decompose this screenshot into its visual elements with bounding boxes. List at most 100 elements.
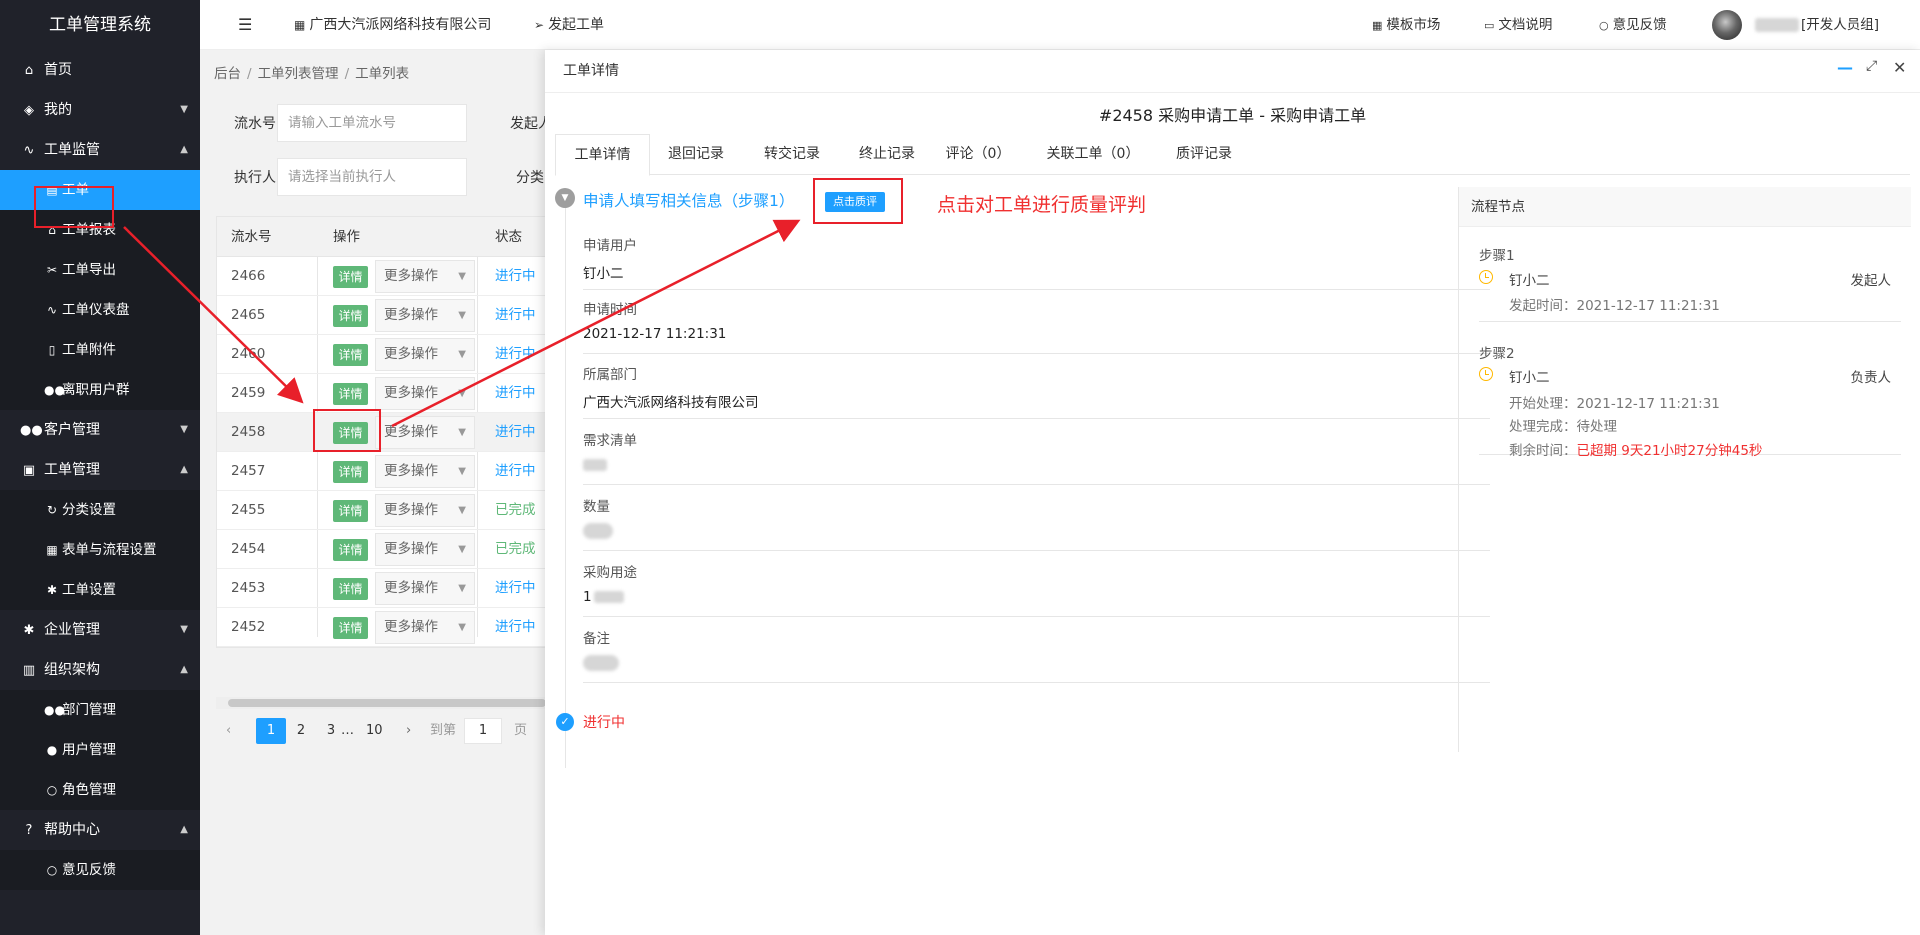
tab-return[interactable]: 退回记录 bbox=[655, 134, 737, 175]
annotation-text: 点击对工单进行质量评判 bbox=[937, 194, 1147, 216]
tab-comment[interactable]: 评论（0） bbox=[938, 134, 1018, 175]
more-actions-select[interactable]: 更多操作 ▼ bbox=[375, 338, 475, 371]
breadcrumb-item[interactable]: 后台 bbox=[214, 66, 241, 82]
tab-terminate[interactable]: 终止记录 bbox=[846, 134, 928, 175]
more-actions-label: 更多操作 bbox=[384, 307, 438, 323]
more-actions-select[interactable]: 更多操作 ▼ bbox=[375, 299, 475, 332]
breadcrumb-item[interactable]: 工单列表管理 bbox=[258, 66, 339, 82]
more-actions-label: 更多操作 bbox=[384, 580, 438, 596]
minimize-icon[interactable]: — bbox=[1837, 58, 1853, 77]
page-2[interactable]: 2 bbox=[296, 718, 306, 744]
sub-user[interactable]: ● 用户管理 bbox=[0, 730, 200, 770]
clock-icon bbox=[1479, 269, 1493, 285]
status-cell: 进行中 bbox=[495, 346, 536, 362]
sub-export[interactable]: ✂ 工单导出 bbox=[0, 250, 200, 290]
highlight-box-detail bbox=[313, 409, 381, 452]
top-header: ☰ ▦ 广西大汽派网络科技有限公司 ➢ 发起工单 ▦ 模板市场 ▭ 文档说明 ○ 意见反馈… bbox=[200, 0, 1920, 50]
chevron-up-icon: ▲ bbox=[180, 464, 188, 475]
more-actions-select[interactable]: 更多操作 ▼ bbox=[375, 494, 475, 527]
next-page-icon[interactable]: › bbox=[406, 718, 411, 744]
page-3[interactable]: 3 bbox=[326, 718, 336, 744]
flow-node-step1: 步骤1 钉小二 发起人 发起时间：2021-12-17 11:21:31 bbox=[1479, 227, 1901, 322]
chevron-up-icon: ▲ bbox=[180, 824, 188, 835]
step-time: 发起时间：2021-12-17 11:21:31 bbox=[1509, 294, 1720, 314]
tab-detail[interactable]: 工单详情 bbox=[555, 134, 650, 176]
calendar-icon: ▥ bbox=[22, 663, 36, 678]
start-ticket-label: 发起工单 bbox=[548, 17, 605, 33]
nav-mine[interactable]: ◈ 我的 ▼ bbox=[0, 90, 200, 130]
redacted-value bbox=[583, 459, 607, 471]
company-name: 广西大汽派网络科技有限公司 bbox=[309, 17, 492, 33]
goto-page-input[interactable]: 1 bbox=[464, 718, 502, 744]
detail-button[interactable]: 详情 bbox=[333, 578, 368, 600]
detail-button[interactable]: 详情 bbox=[333, 266, 368, 288]
feedback-link[interactable]: ○ 意见反馈 bbox=[1599, 0, 1667, 50]
nav-monitor[interactable]: ∿ 工单监管 ▲ bbox=[0, 130, 200, 170]
more-actions-label: 更多操作 bbox=[384, 541, 438, 557]
dropdown-caret-icon: ▼ bbox=[458, 388, 466, 399]
sub-dashboard[interactable]: ∿ 工单仪表盘 bbox=[0, 290, 200, 330]
sub-feedback[interactable]: ○ 意见反馈 bbox=[0, 850, 200, 890]
detail-button[interactable]: 详情 bbox=[333, 383, 368, 405]
more-actions-label: 更多操作 bbox=[384, 502, 438, 518]
company-switch[interactable]: ▦ 广西大汽派网络科技有限公司 bbox=[294, 0, 491, 50]
nav-org[interactable]: ▥ 组织架构 ▲ bbox=[0, 650, 200, 690]
sub-role[interactable]: ○ 角色管理 bbox=[0, 770, 200, 810]
purpose-value: 1 bbox=[583, 589, 592, 605]
menu-toggle-icon[interactable]: ☰ bbox=[238, 0, 252, 50]
table-row: 2455 详情 更多操作 ▼ 已完成 bbox=[217, 491, 555, 530]
avatar[interactable] bbox=[1712, 10, 1742, 40]
page-1[interactable]: 1 bbox=[256, 718, 286, 744]
table-icon: ▦ bbox=[46, 543, 58, 557]
serial-input[interactable]: 请输入工单流水号 bbox=[277, 104, 467, 142]
sub-attachment[interactable]: ▯ 工单附件 bbox=[0, 330, 200, 370]
field-value bbox=[583, 655, 619, 671]
status-cell: 进行中 bbox=[495, 619, 536, 635]
prev-page-icon[interactable]: ‹ bbox=[226, 718, 231, 744]
tab-related[interactable]: 关联工单（0） bbox=[1033, 134, 1153, 175]
user-menu[interactable]: [开发人员组] bbox=[1755, 0, 1879, 50]
more-actions-select[interactable]: 更多操作 ▼ bbox=[375, 377, 475, 410]
more-actions-select[interactable]: 更多操作 ▼ bbox=[375, 260, 475, 293]
close-icon[interactable]: ✕ bbox=[1893, 58, 1906, 77]
nav-org-label: 组织架构 bbox=[44, 662, 100, 678]
more-actions-select[interactable]: 更多操作 ▼ bbox=[375, 416, 475, 449]
page-10[interactable]: 10 bbox=[366, 718, 383, 744]
more-actions-select[interactable]: 更多操作 ▼ bbox=[375, 533, 475, 566]
sub-category[interactable]: ↻ 分类设置 bbox=[0, 490, 200, 530]
manage-submenu: ↻ 分类设置 ▦ 表单与流程设置 ✱ 工单设置 bbox=[0, 490, 200, 610]
sub-form-flow[interactable]: ▦ 表单与流程设置 bbox=[0, 530, 200, 570]
tab-quality[interactable]: 质评记录 bbox=[1163, 134, 1245, 175]
executor-select[interactable]: 请选择当前执行人 bbox=[277, 158, 467, 196]
tab-transfer[interactable]: 转交记录 bbox=[751, 134, 833, 175]
detail-button[interactable]: 详情 bbox=[333, 461, 368, 483]
user-icon: ● bbox=[46, 743, 58, 757]
more-actions-select[interactable]: 更多操作 ▼ bbox=[375, 611, 475, 644]
detail-button[interactable]: 详情 bbox=[333, 617, 368, 639]
ticket-table: 流水号 操作 状态 2466 详情 更多操作 ▼ 进行中 2465 详情 更多操作 ▼ 进行中 24… bbox=[216, 216, 556, 648]
detail-button[interactable]: 详情 bbox=[333, 500, 368, 522]
nav-help[interactable]: ? 帮助中心 ▲ bbox=[0, 810, 200, 850]
nav-enterprise[interactable]: ✱ 企业管理 ▼ bbox=[0, 610, 200, 650]
nav-home[interactable]: ⌂ 首页 bbox=[0, 50, 200, 90]
flow-node-step2: 步骤2 钉小二 负责人 开始处理：2021-12-17 11:21:31 处理完… bbox=[1479, 322, 1901, 459]
more-actions-select[interactable]: 更多操作 ▼ bbox=[375, 455, 475, 488]
user-icon: ○ bbox=[46, 783, 58, 797]
detail-button[interactable]: 详情 bbox=[333, 344, 368, 366]
collapse-icon[interactable]: ▼ bbox=[555, 188, 575, 208]
maximize-icon[interactable]: ⤢ bbox=[1866, 58, 1877, 74]
status-cell: 进行中 bbox=[495, 268, 536, 284]
sub-left-users[interactable]: ●●离职用户群 bbox=[0, 370, 200, 410]
start-ticket-link[interactable]: ➢ 发起工单 bbox=[534, 0, 604, 50]
template-market-link[interactable]: ▦ 模板市场 bbox=[1372, 0, 1440, 50]
docs-link[interactable]: ▭ 文档说明 bbox=[1484, 0, 1552, 50]
detail-button[interactable]: 详情 bbox=[333, 539, 368, 561]
horizontal-scrollbar[interactable] bbox=[216, 697, 556, 709]
serial-cell: 2455 bbox=[231, 502, 266, 518]
sub-ticket-settings[interactable]: ✱ 工单设置 bbox=[0, 570, 200, 610]
nav-manage[interactable]: ▣ 工单管理 ▲ bbox=[0, 450, 200, 490]
nav-customer[interactable]: ●●客户管理 ▼ bbox=[0, 410, 200, 450]
sub-department[interactable]: ●●部门管理 bbox=[0, 690, 200, 730]
more-actions-select[interactable]: 更多操作 ▼ bbox=[375, 572, 475, 605]
detail-button[interactable]: 详情 bbox=[333, 305, 368, 327]
